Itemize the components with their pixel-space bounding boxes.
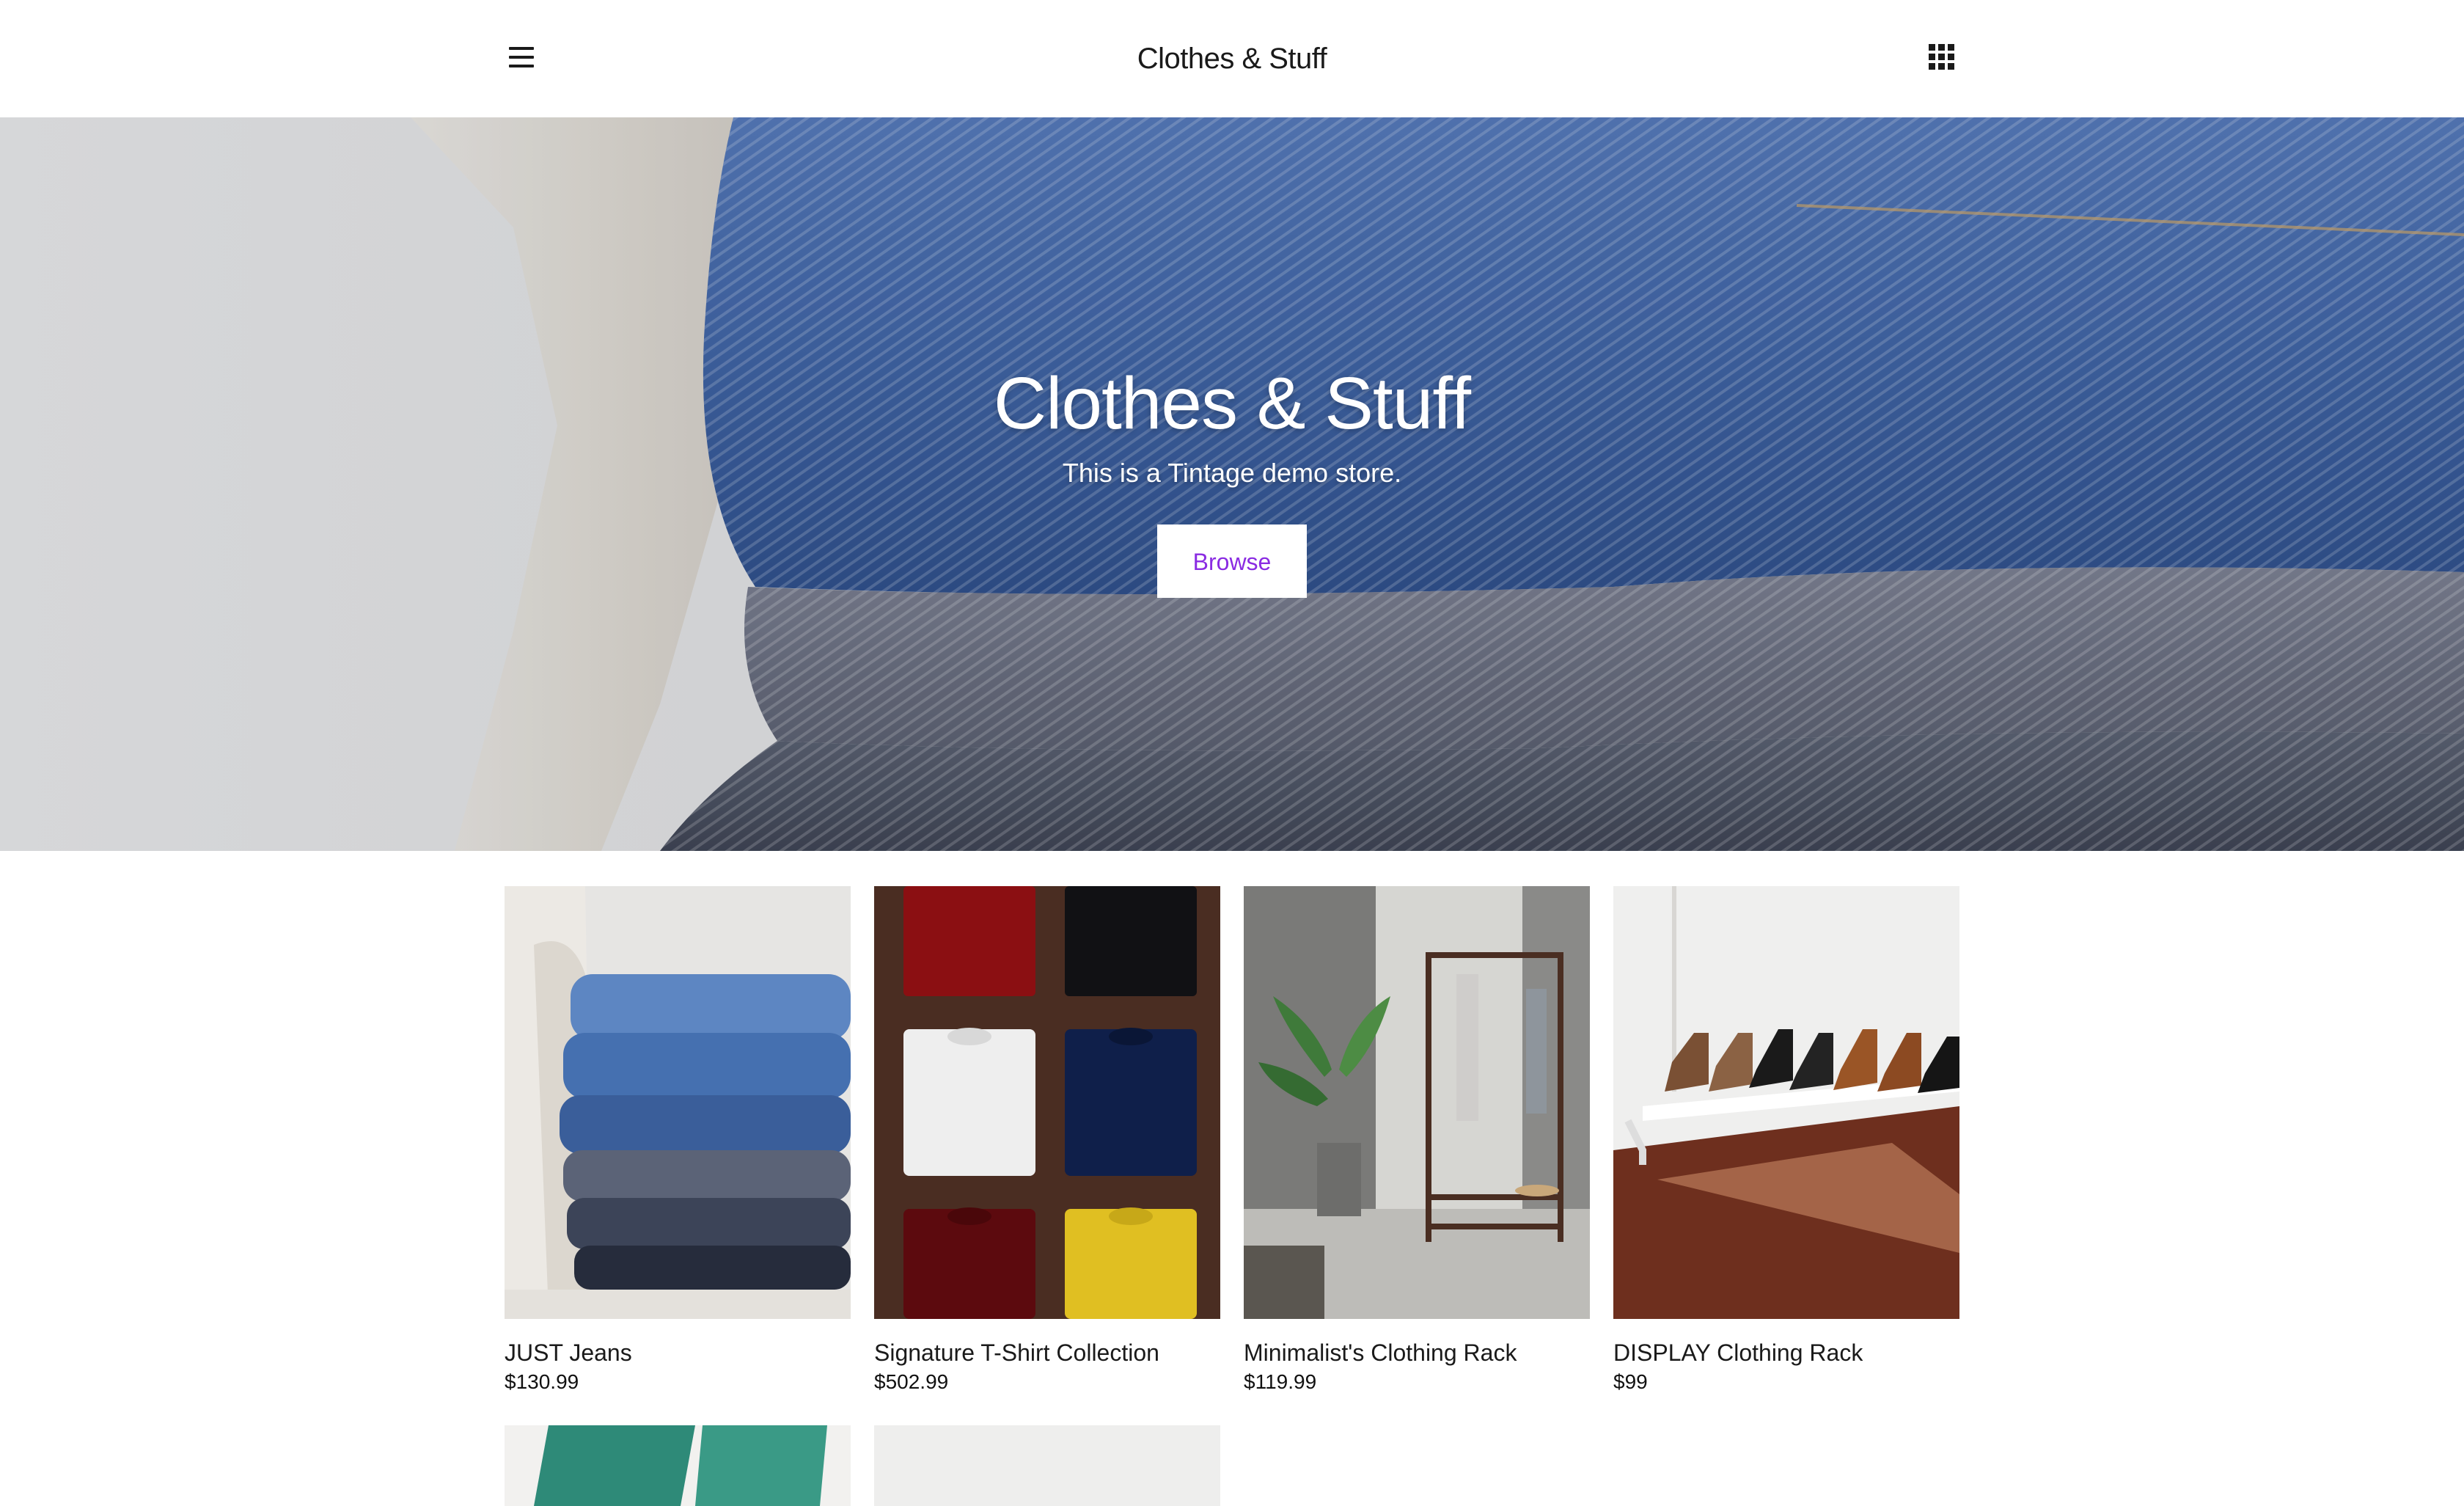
hero-subtitle: This is a Tintage demo store.: [1062, 458, 1402, 488]
product-card[interactable]: Minimalist's Clothing Rack $119.99: [1244, 886, 1590, 1395]
product-card[interactable]: JUST Jeans $130.99: [505, 886, 851, 1395]
product-card[interactable]: DISPLAY Clothing Rack $99: [1613, 886, 1959, 1395]
hero-banner: Clothes & Stuff This is a Tintage demo s…: [0, 117, 2464, 851]
product-image-jeans[interactable]: [505, 886, 851, 1319]
hamburger-menu-icon[interactable]: [506, 43, 538, 75]
product-card[interactable]: [505, 1425, 851, 1506]
hero-title: Clothes & Stuff: [993, 362, 1471, 445]
top-header: Clothes & Stuff: [0, 0, 2464, 117]
product-image-sweater[interactable]: [505, 1425, 851, 1506]
product-image-display-rack[interactable]: [1613, 886, 1959, 1319]
browse-button[interactable]: Browse: [1157, 524, 1307, 598]
product-name[interactable]: Minimalist's Clothing Rack: [1244, 1338, 1590, 1367]
product-price: $119.99: [1244, 1370, 1317, 1393]
product-name[interactable]: JUST Jeans: [505, 1338, 851, 1367]
product-price: $502.99: [874, 1370, 949, 1393]
product-card[interactable]: Signature T-Shirt Collection $502.99: [874, 886, 1220, 1395]
product-name[interactable]: Signature T-Shirt Collection: [874, 1338, 1220, 1367]
product-image-rack[interactable]: [1244, 886, 1590, 1319]
product-price: $130.99: [505, 1370, 579, 1393]
product-card[interactable]: [874, 1425, 1220, 1506]
product-image-tshirts[interactable]: [874, 886, 1220, 1319]
product-name[interactable]: DISPLAY Clothing Rack: [1613, 1338, 1959, 1367]
site-brand[interactable]: Clothes & Stuff: [1012, 35, 1452, 82]
product-image-placeholder[interactable]: [874, 1425, 1220, 1506]
product-price: $99: [1613, 1370, 1648, 1393]
grid-apps-icon[interactable]: [1929, 44, 1955, 70]
